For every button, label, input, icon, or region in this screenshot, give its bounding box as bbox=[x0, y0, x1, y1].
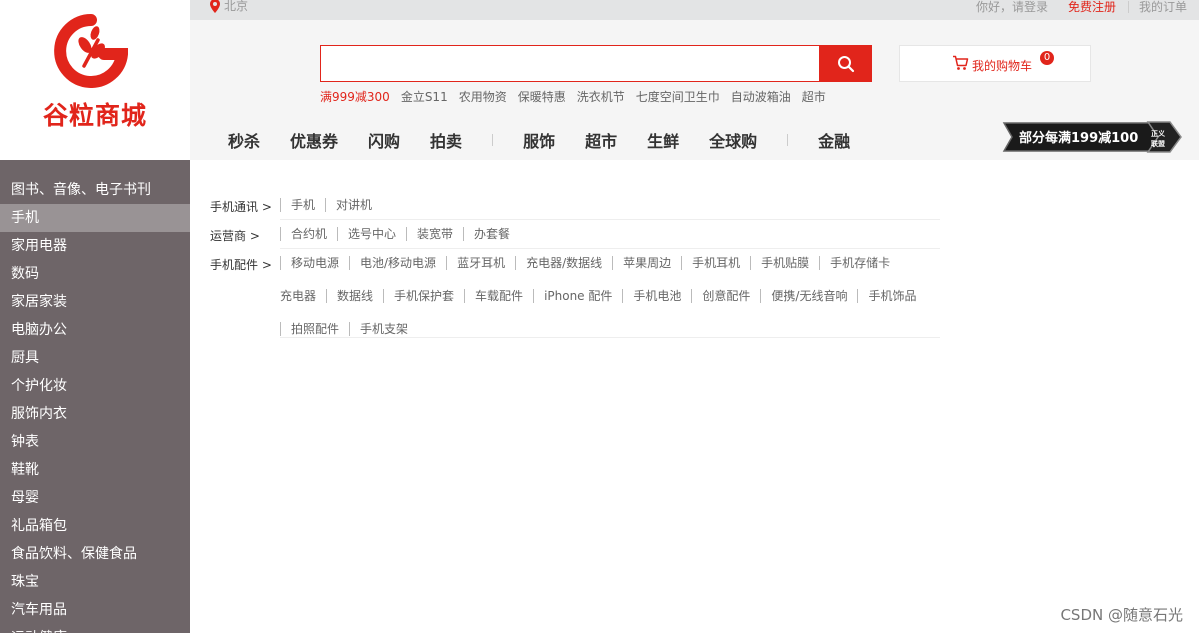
register-link[interactable]: 免费注册 bbox=[1068, 0, 1116, 15]
category-item[interactable]: 个护化妆 bbox=[0, 372, 190, 400]
category-item[interactable]: 食品饮料、保健食品 bbox=[0, 540, 190, 568]
top-bar: 北京 你好，请登录 免费注册 我的订单 bbox=[190, 0, 1199, 20]
category-item[interactable]: 鞋靴 bbox=[0, 456, 190, 484]
subcategory-link[interactable]: 手机保护套 bbox=[383, 289, 464, 303]
cart-button[interactable]: 我的购物车 0 bbox=[899, 45, 1091, 82]
subcategory-link[interactable]: 选号中心 bbox=[337, 227, 406, 241]
search-input[interactable] bbox=[321, 46, 819, 81]
subcategory-list: 合约机 选号中心 装宽带 办套餐 bbox=[280, 225, 940, 249]
subcategory-panel: 手机通讯 > 手机 对讲机 运营商 > 合约机 选号中心 装宽带 办套餐 手机配件 > 移动电源电… bbox=[190, 160, 1199, 633]
hot-word-link[interactable]: 农用物资 bbox=[459, 88, 507, 105]
subcategory-title[interactable]: 运营商 > bbox=[210, 227, 260, 244]
subcategory-link[interactable]: 充电器/数据线 bbox=[515, 256, 612, 270]
search-box bbox=[320, 45, 820, 82]
category-item[interactable]: 图书、音像、电子书刊 bbox=[0, 176, 190, 204]
subcategory-link[interactable]: 电池/移动电源 bbox=[349, 256, 446, 270]
hot-word-link[interactable]: 金立S11 bbox=[401, 88, 448, 105]
subcategory-link[interactable]: 数据线 bbox=[326, 289, 383, 303]
watermark: CSDN @随意石光 bbox=[1060, 606, 1183, 624]
category-item[interactable]: 手机 bbox=[0, 204, 190, 232]
hot-word-link[interactable]: 满999减300 bbox=[320, 88, 390, 105]
category-item[interactable]: 礼品箱包 bbox=[0, 512, 190, 540]
location-pin-icon bbox=[210, 0, 220, 13]
subcategory-link[interactable]: 手机饰品 bbox=[857, 289, 926, 303]
nav-item[interactable]: 全球购 bbox=[709, 128, 757, 152]
login-link[interactable]: 你好，请登录 bbox=[976, 0, 1048, 15]
promo-banner[interactable]: 部分每满199减100 正义 联盟 bbox=[1000, 120, 1182, 154]
page: 谷粒商城 北京 你好，请登录 免费注册 我的订单 我的购物车 0 满999减30… bbox=[0, 0, 1199, 633]
hot-word-link[interactable]: 洗衣机节 bbox=[577, 88, 625, 105]
subcategory-title[interactable]: 手机配件 > bbox=[210, 256, 272, 273]
subcategory-link[interactable]: 手机耳机 bbox=[681, 256, 750, 270]
my-orders-link[interactable]: 我的订单 bbox=[1139, 0, 1187, 15]
nav-item[interactable]: 拍卖 bbox=[430, 128, 462, 152]
category-item[interactable]: 钟表 bbox=[0, 428, 190, 456]
nav-divider bbox=[787, 134, 789, 146]
logo-icon bbox=[54, 14, 128, 88]
hot-word-link[interactable]: 保暖特惠 bbox=[518, 88, 566, 105]
cart-icon bbox=[953, 55, 969, 70]
subcategory-link[interactable]: 办套餐 bbox=[463, 227, 520, 241]
subcategory-link[interactable]: 创意配件 bbox=[691, 289, 760, 303]
hot-word-link[interactable]: 自动波箱油 bbox=[731, 88, 791, 105]
hot-word-link[interactable]: 超市 bbox=[802, 88, 826, 105]
cart-label: 我的购物车 bbox=[972, 59, 1033, 73]
cart-count-badge: 0 bbox=[1040, 51, 1054, 65]
subcategory-link[interactable]: 合约机 bbox=[280, 227, 337, 241]
subcategory-link[interactable]: 手机电池 bbox=[622, 289, 691, 303]
logo[interactable]: 谷粒商城 bbox=[0, 0, 190, 160]
subcategory-link[interactable]: iPhone 配件 bbox=[533, 289, 622, 303]
category-item[interactable]: 珠宝 bbox=[0, 568, 190, 596]
nav-item[interactable]: 秒杀 bbox=[228, 128, 260, 152]
hot-word-link[interactable]: 七度空间卫生巾 bbox=[636, 88, 720, 105]
subcategory-link[interactable]: 对讲机 bbox=[325, 198, 382, 212]
category-sidebar: 图书、音像、电子书刊 手机 家用电器 数码 家居家装 电脑办公 厨具 个护化妆 服饰内衣 钟表 鞋靴… bbox=[0, 160, 190, 633]
subcategory-link[interactable]: 装宽带 bbox=[406, 227, 463, 241]
category-item[interactable]: 汽车用品 bbox=[0, 596, 190, 624]
header: 我的购物车 0 满999减300 金立S11 农用物资 保暖特惠 洗衣机节 七度空间卫生巾… bbox=[190, 20, 1199, 160]
subcategory-link[interactable]: 便携/无线音响 bbox=[760, 289, 857, 303]
subcategory-link[interactable]: 手机贴膜 bbox=[750, 256, 819, 270]
subcategory-link[interactable]: 手机支架 bbox=[349, 322, 418, 336]
category-item[interactable]: 运动健康 bbox=[0, 624, 190, 633]
promo-badge-bottom: 联盟 bbox=[1151, 139, 1165, 148]
category-item[interactable]: 服饰内衣 bbox=[0, 400, 190, 428]
nav-item[interactable]: 优惠券 bbox=[290, 128, 338, 152]
promo-badge-top: 正义 bbox=[1151, 129, 1166, 138]
subcategory-list: 移动电源 电池/移动电源 蓝牙耳机 充电器/数据线 苹果周边 手机耳机 手机贴膜 手机存储卡充… bbox=[280, 254, 940, 338]
category-item[interactable]: 厨具 bbox=[0, 344, 190, 372]
category-item[interactable]: 数码 bbox=[0, 260, 190, 288]
subcategory-title[interactable]: 手机通讯 > bbox=[210, 198, 272, 215]
hot-search-words: 满999减300 金立S11 农用物资 保暖特惠 洗衣机节 七度空间卫生巾 自动波箱油 超市 bbox=[320, 88, 837, 105]
main-nav: 秒杀 优惠券 闪购 拍卖 服饰 超市 生鲜 全球购 金融 bbox=[228, 128, 880, 152]
subcategory-link[interactable]: 充电器 bbox=[280, 289, 326, 303]
nav-item[interactable]: 服饰 bbox=[523, 128, 555, 152]
category-item[interactable]: 电脑办公 bbox=[0, 316, 190, 344]
subcategory-link[interactable]: 手机存储卡 bbox=[819, 256, 900, 270]
search-icon bbox=[837, 55, 854, 72]
subcategory-link[interactable]: 苹果周边 bbox=[612, 256, 681, 270]
subcategory-link[interactable]: 车载配件 bbox=[464, 289, 533, 303]
nav-item[interactable]: 超市 bbox=[585, 128, 617, 152]
category-item[interactable]: 母婴 bbox=[0, 484, 190, 512]
logo-text: 谷粒商城 bbox=[42, 101, 147, 130]
nav-divider bbox=[492, 134, 494, 146]
nav-item[interactable]: 金融 bbox=[818, 128, 850, 152]
subcategory-link[interactable]: 移动电源 bbox=[280, 256, 349, 270]
nav-item[interactable]: 生鲜 bbox=[647, 128, 679, 152]
subcategory-link[interactable]: 蓝牙耳机 bbox=[446, 256, 515, 270]
promo-text: 部分每满199减100 bbox=[1019, 130, 1138, 146]
subcategory-list: 手机 对讲机 bbox=[280, 196, 940, 220]
subcategory-link[interactable]: 手机 bbox=[280, 198, 325, 212]
search-button[interactable] bbox=[819, 45, 872, 82]
location-text[interactable]: 北京 bbox=[224, 0, 248, 14]
category-item[interactable]: 家居家装 bbox=[0, 288, 190, 316]
subcategory-link[interactable]: 拍照配件 bbox=[280, 322, 349, 336]
category-item[interactable]: 家用电器 bbox=[0, 232, 190, 260]
nav-item[interactable]: 闪购 bbox=[368, 128, 400, 152]
top-links: 你好，请登录 免费注册 我的订单 bbox=[976, 0, 1187, 15]
divider bbox=[1127, 0, 1129, 13]
